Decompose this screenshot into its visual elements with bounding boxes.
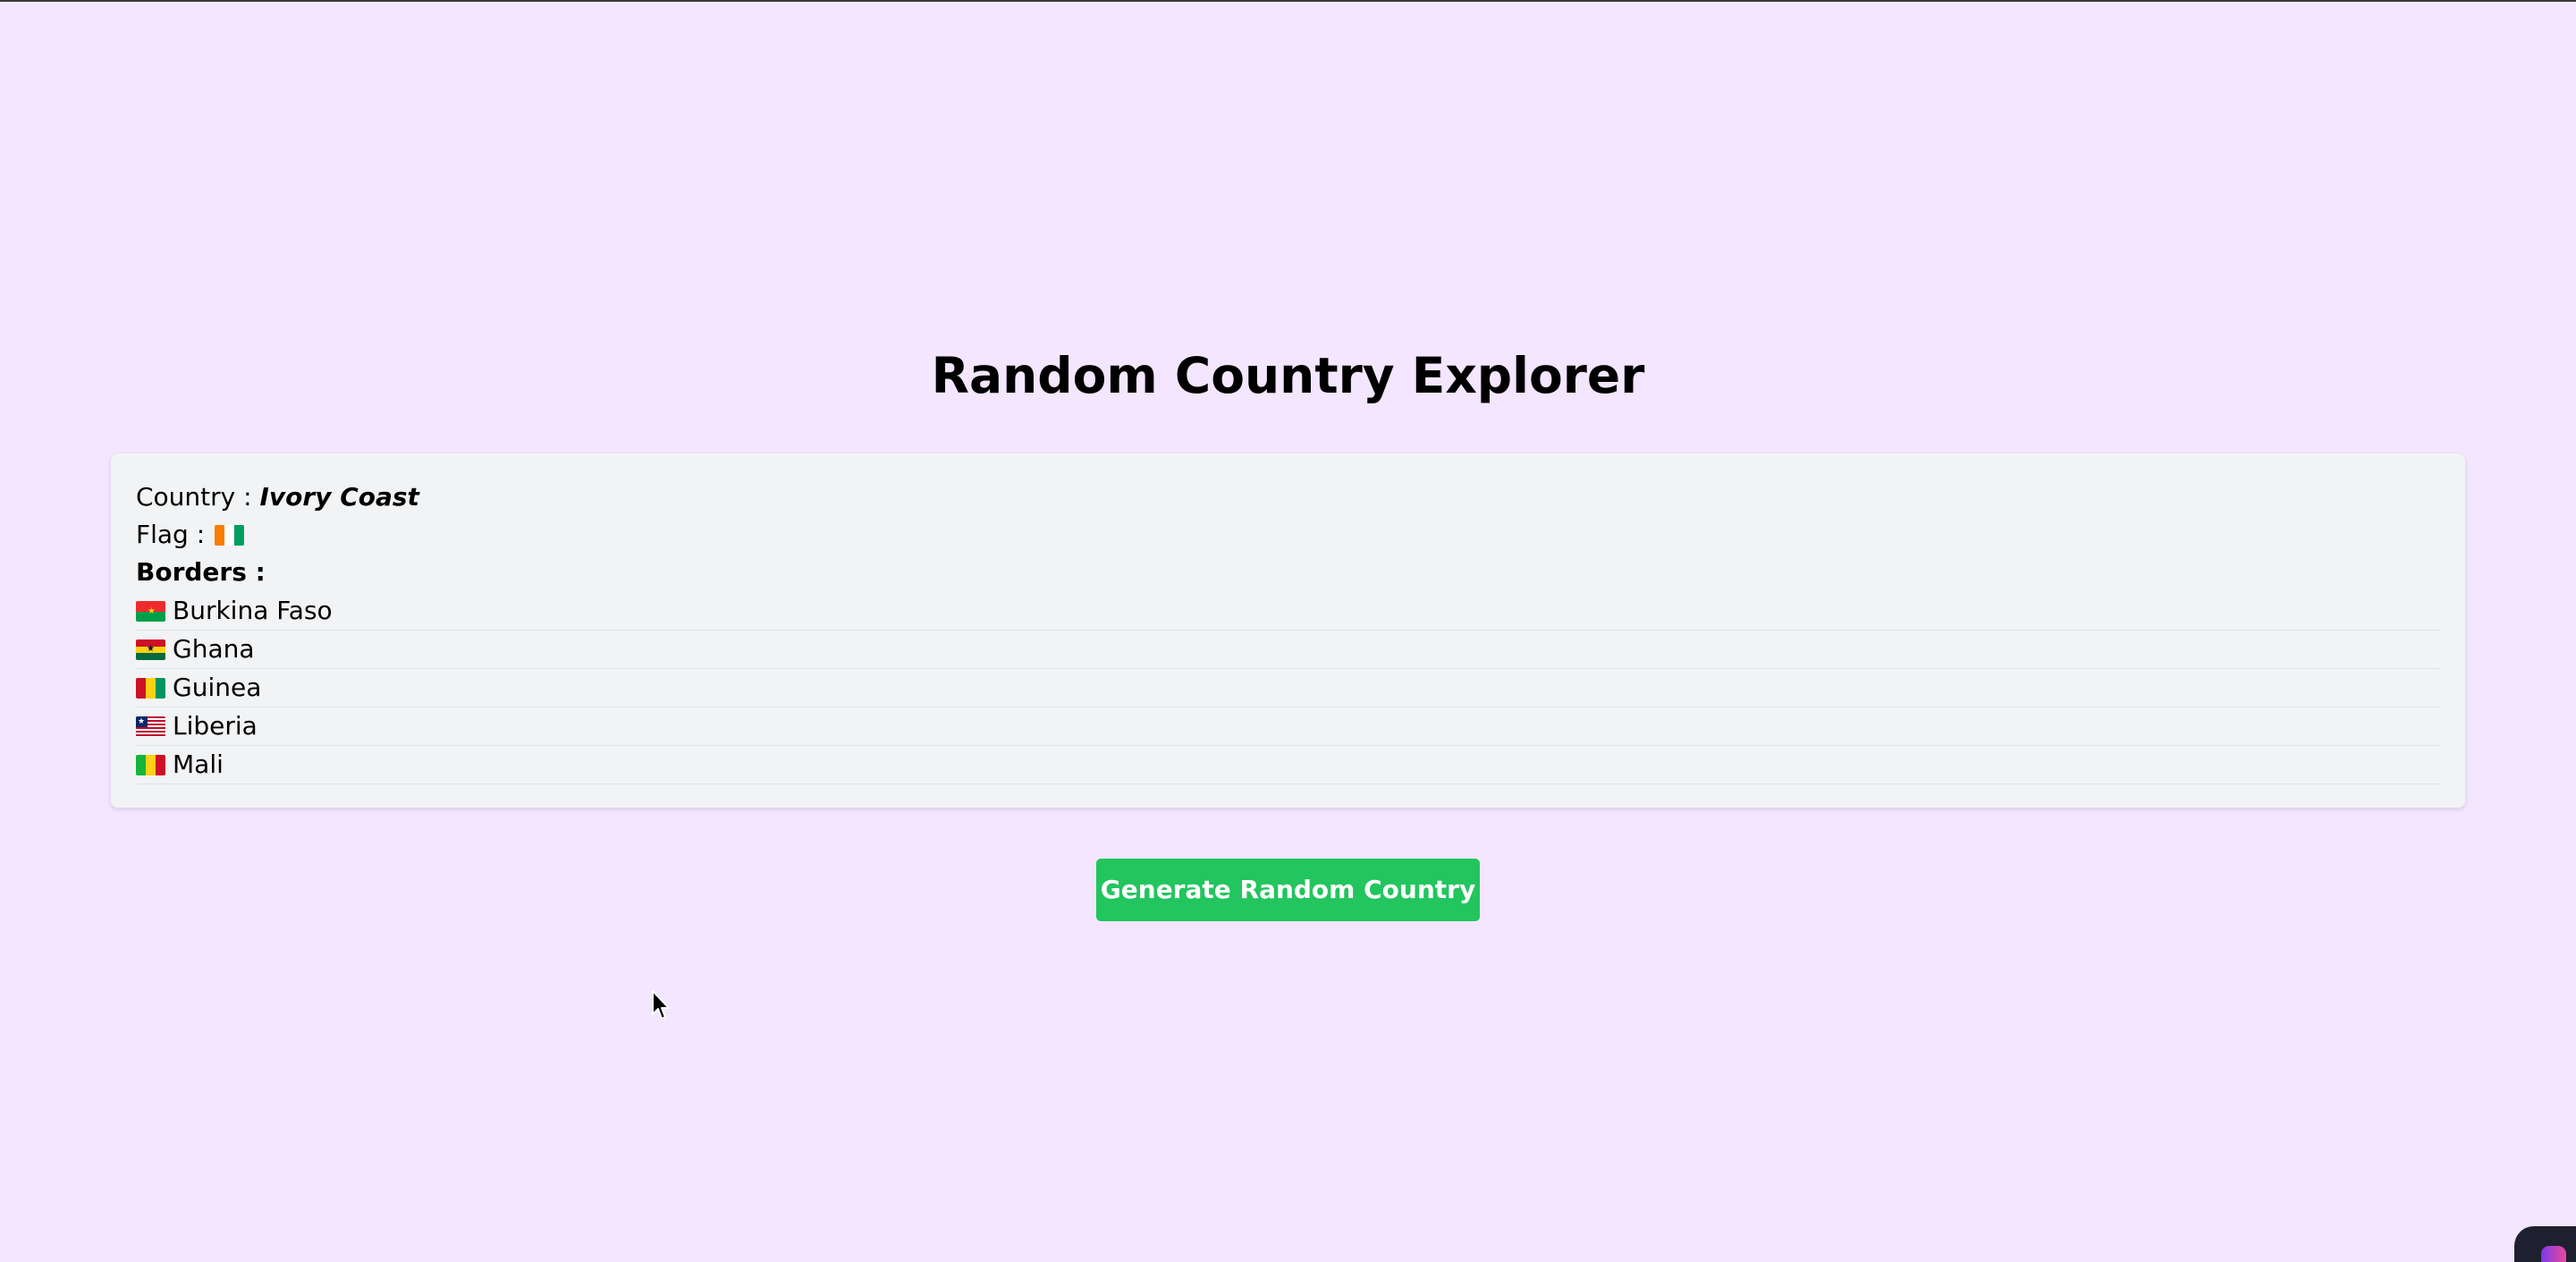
ghana-flag-icon: ★: [136, 639, 165, 660]
page-title: Random Country Explorer: [931, 347, 1645, 404]
guinea-flag-icon: [136, 678, 165, 699]
border-country-name: Mali: [173, 750, 224, 779]
list-item: ★ Ghana: [136, 631, 2440, 669]
burkina-faso-flag-icon: ★: [136, 601, 165, 622]
top-border-line: [0, 0, 2576, 2]
generate-random-country-button[interactable]: Generate Random Country: [1096, 859, 1480, 921]
border-country-name: Guinea: [173, 673, 262, 702]
mouse-cursor-icon: [652, 990, 670, 1020]
border-country-name: Liberia: [173, 711, 258, 741]
ivory-coast-flag-icon: [215, 525, 245, 546]
flag-label: Flag :: [136, 520, 206, 549]
corner-widget-button[interactable]: [2514, 1226, 2576, 1262]
mali-flag-icon: [136, 755, 165, 775]
list-item: ★ Burkina Faso: [136, 592, 2440, 631]
country-name: Ivory Coast: [259, 482, 419, 512]
country-card: Country : Ivory Coast Flag : Borders : ★…: [111, 453, 2465, 808]
list-item: ★ Liberia: [136, 707, 2440, 746]
borders-list: ★ Burkina Faso ★ Ghana Guinea ★ Liberia: [136, 592, 2440, 784]
borders-label: Borders :: [136, 557, 266, 587]
widget-logo-icon: [2541, 1246, 2566, 1262]
liberia-flag-icon: ★: [136, 716, 165, 737]
border-country-name: Burkina Faso: [173, 596, 333, 625]
country-row: Country : Ivory Coast: [136, 479, 419, 516]
flag-row: Flag :: [136, 516, 251, 554]
list-item: Guinea: [136, 669, 2440, 707]
country-label: Country :: [136, 482, 252, 512]
border-country-name: Ghana: [173, 634, 255, 664]
list-item: Mali: [136, 746, 2440, 784]
